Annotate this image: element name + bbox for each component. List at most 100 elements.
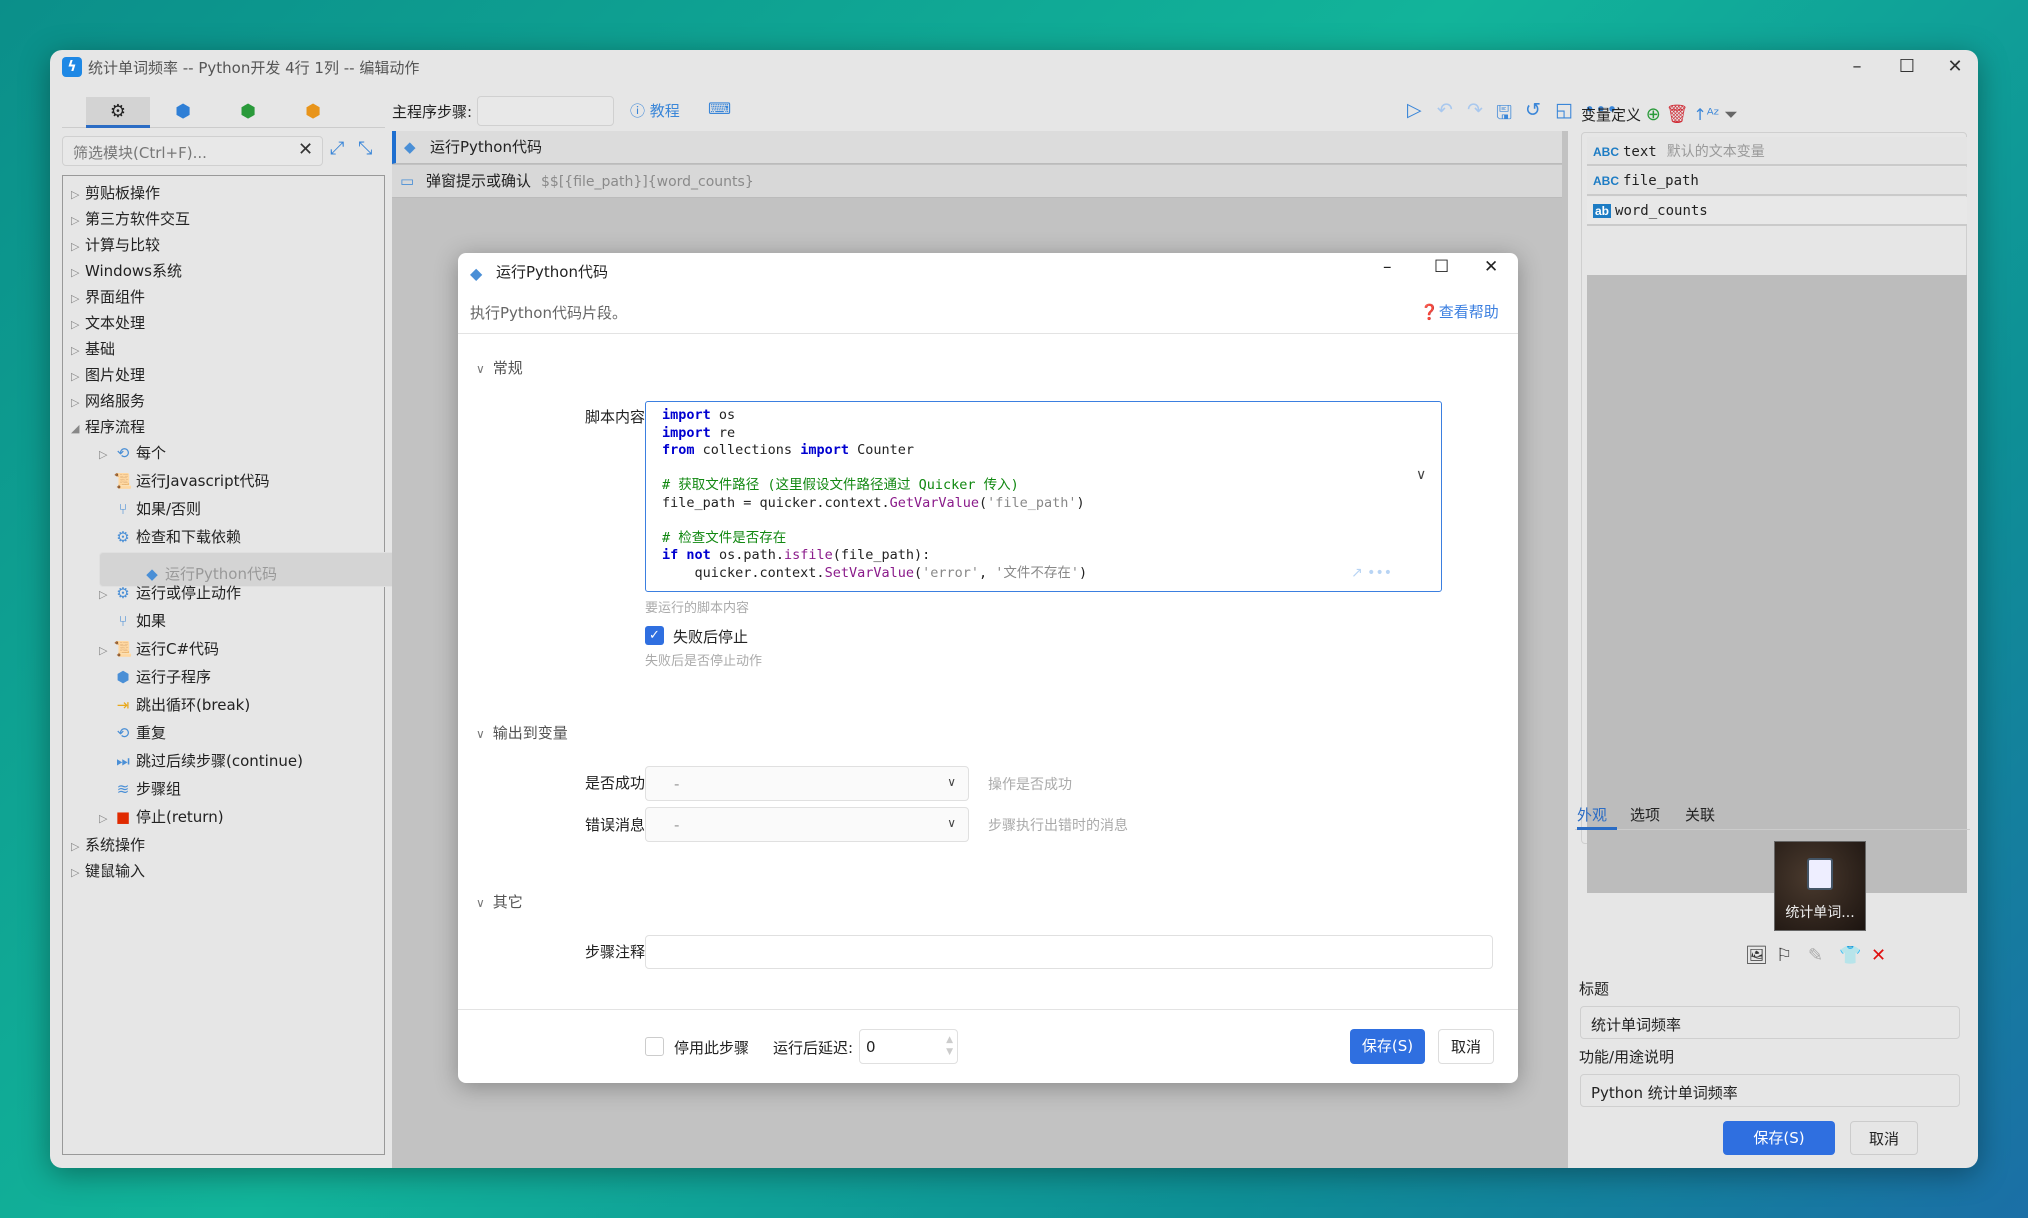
expander-icon[interactable]: ▷ [71, 234, 85, 260]
play-icon[interactable]: ▷ [1407, 99, 1422, 121]
expander-icon[interactable]: ◢ [71, 416, 85, 442]
delay-input[interactable]: 0 ▲ ▼ [859, 1029, 958, 1064]
tree-item[interactable]: ▷ 计算与比较 [71, 232, 160, 258]
tree-item[interactable]: ▷ 剪贴板操作 [71, 180, 160, 206]
dialog-minimize-button[interactable]: – [1383, 257, 1392, 277]
tutorial-link[interactable]: ⓘ 教程 [630, 100, 680, 121]
expand-all-icon[interactable]: ⤢ [330, 138, 344, 159]
filter-input[interactable]: 筛选模块(Ctrl+F)... [62, 136, 323, 166]
expander-icon[interactable]: ▷ [71, 338, 85, 364]
description-input[interactable]: Python 统计单词频率 [1580, 1074, 1960, 1107]
success-select[interactable]: - ∨ [645, 766, 969, 801]
filter-icon[interactable]: ⏷ [1724, 105, 1738, 125]
tab-relations[interactable]: 关联 [1685, 804, 1715, 830]
tree-item[interactable]: ▷ Windows系统 [71, 258, 182, 284]
module-tab[interactable]: ⬢ [151, 97, 215, 128]
tree-item[interactable]: ▷ 界面组件 [71, 284, 145, 310]
dialog-close-button[interactable]: ✕ [1484, 257, 1498, 277]
dialog-maximize-button[interactable]: ☐ [1434, 257, 1449, 277]
tree-item[interactable]: ▷ 基础 [71, 336, 115, 362]
tab-options[interactable]: 选项 [1630, 804, 1660, 830]
expander-icon[interactable]: ▷ [99, 638, 113, 664]
tree-item[interactable]: ≋ 步骤组 [99, 776, 181, 802]
tree-item[interactable]: ⇥ 跳出循环(break) [99, 692, 250, 718]
flag-icon[interactable]: ⚐ [1776, 945, 1792, 966]
module-tab[interactable]: ⬢ [216, 97, 280, 128]
image-icon[interactable]: 🖼 [1745, 945, 1768, 966]
spinner-icon[interactable]: ▲ ▼ [946, 1034, 953, 1058]
main-steps-input[interactable] [477, 96, 614, 126]
help-link[interactable]: ❓查看帮助 [1420, 301, 1499, 322]
tree-item[interactable]: ▷ 系统操作 [71, 832, 145, 858]
tree-item[interactable]: ▷ 第三方软件交互 [71, 206, 190, 232]
tree-item[interactable]: ▷ 文本处理 [71, 310, 145, 336]
sort-icon[interactable]: ↑ᴬᶻ [1693, 105, 1719, 124]
tree-item[interactable]: ◢ 程序流程 [71, 414, 145, 440]
tree-item[interactable]: ⑂ 如果/否则 [99, 496, 201, 522]
delete-variable-icon[interactable]: 🗑 [1666, 104, 1689, 125]
expander-icon[interactable]: ▷ [71, 260, 85, 286]
clear-filter-icon[interactable]: ✕ [298, 139, 313, 160]
tree-item[interactable]: ⑂ 如果 [99, 608, 166, 634]
step-row[interactable]: ◆ 运行Python代码 [392, 131, 1562, 164]
tree-item[interactable]: ▷ ⚙ 运行或停止动作 [99, 580, 241, 606]
code-content[interactable]: import os import re from collections impor… [662, 407, 1087, 582]
script-editor[interactable]: import os import re from collections impor… [645, 401, 1442, 592]
action-icon-preview[interactable]: 统计单词... [1774, 841, 1866, 931]
expander-icon[interactable]: ▷ [71, 208, 85, 234]
tree-item[interactable]: ⟲ 重复 [99, 720, 166, 746]
eyedropper-icon[interactable]: ✎ [1808, 945, 1823, 966]
tree-item[interactable]: ▷ ⟲ 每个 [99, 440, 166, 466]
tree-item[interactable]: ⬢ 运行子程序 [99, 664, 211, 690]
history-icon[interactable]: ↺ [1525, 99, 1541, 121]
tree-item[interactable]: ▷ 键鼠输入 [71, 858, 145, 884]
open-editor-icon[interactable]: ↗ ••• [1351, 565, 1392, 581]
step-row[interactable]: ▭ 弹窗提示或确认 $$[{file_path}]{word_counts} [392, 165, 1562, 198]
redo-icon[interactable]: ↷ [1467, 99, 1483, 121]
collapse-all-icon[interactable]: ⤡ [358, 138, 372, 159]
undo-icon[interactable]: ↶ [1437, 99, 1453, 121]
tree-item[interactable]: 📜 运行Javascript代码 [99, 468, 270, 494]
tree-item[interactable]: ▷ 图片处理 [71, 362, 145, 388]
error-select[interactable]: - ∨ [645, 807, 969, 842]
section-general[interactable]: ∨ 常规 [476, 357, 523, 378]
expander-icon[interactable]: ▷ [99, 442, 113, 468]
add-variable-icon[interactable]: ⊕ [1646, 104, 1661, 125]
tab-appearance[interactable]: 外观 [1577, 804, 1617, 830]
stop-on-fail-checkbox[interactable]: ✓ [645, 626, 664, 645]
expander-icon[interactable]: ▷ [99, 806, 113, 832]
cancel-button[interactable]: 取消 [1850, 1121, 1918, 1155]
variable-row[interactable]: ABC file_path [1587, 167, 1967, 196]
expander-icon[interactable]: ▷ [71, 860, 85, 886]
save-button[interactable]: 保存(S) [1723, 1121, 1835, 1155]
save-icon[interactable]: 🖫 [1496, 99, 1512, 131]
expander-icon[interactable]: ▷ [99, 582, 113, 608]
expander-icon[interactable]: ▷ [71, 834, 85, 860]
variable-row[interactable]: ABC text 默认的文本变量 [1587, 137, 1967, 166]
tree-item[interactable]: ▷ 📜 运行C#代码 [99, 636, 219, 662]
variable-row[interactable]: ab word_counts [1587, 197, 1967, 226]
expander-icon[interactable]: ▷ [71, 312, 85, 338]
expand-chevron-icon[interactable]: ∨ [1416, 467, 1426, 483]
tree-item[interactable]: ▷ ■ 停止(return) [99, 804, 224, 830]
dialog-save-button[interactable]: 保存(S) [1350, 1029, 1425, 1064]
shirt-icon[interactable]: 👕 [1839, 945, 1861, 966]
expander-icon[interactable]: ▷ [71, 364, 85, 390]
tree-item[interactable]: ▷ 网络服务 [71, 388, 145, 414]
expander-icon[interactable]: ▷ [71, 286, 85, 312]
tree-item[interactable]: ⚙ 检查和下载依赖 [99, 524, 241, 550]
tree-item[interactable]: ⏭ 跳过后续步骤(continue) [99, 748, 303, 774]
disable-step-checkbox[interactable] [645, 1037, 664, 1056]
keyboard-icon[interactable]: ⌨ [708, 99, 731, 118]
title-input[interactable]: 统计单词频率 [1580, 1006, 1960, 1039]
section-other[interactable]: ∨ 其它 [476, 891, 523, 912]
expander-icon[interactable]: ▷ [71, 390, 85, 416]
module-tab[interactable]: ⬢ [281, 97, 345, 128]
dialog-cancel-button[interactable]: 取消 [1438, 1029, 1494, 1064]
remove-icon[interactable]: ✕ [1871, 945, 1886, 966]
note-input[interactable] [645, 935, 1493, 969]
note-icon[interactable]: ◱ [1555, 99, 1573, 121]
module-tab[interactable]: ⚙ [86, 97, 150, 128]
expander-icon[interactable]: ▷ [71, 182, 85, 208]
section-output[interactable]: ∨ 输出到变量 [476, 722, 568, 743]
